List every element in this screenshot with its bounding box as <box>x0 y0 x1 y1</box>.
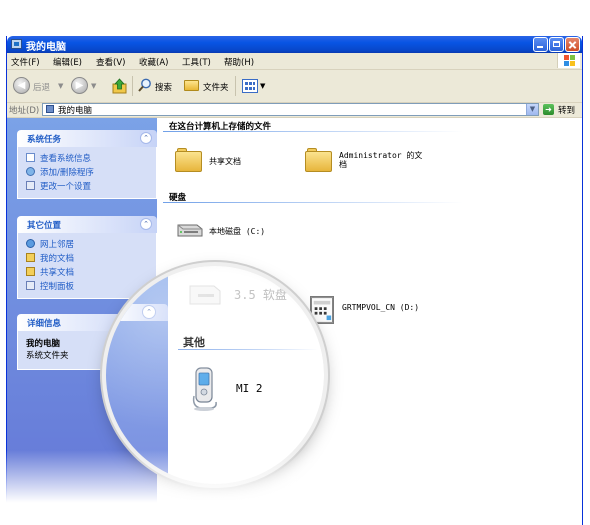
maximize-button[interactable] <box>549 37 564 52</box>
floppy-drive-icon[interactable] <box>186 280 222 308</box>
group-divider <box>178 349 318 350</box>
my-computer-icon <box>46 105 54 113</box>
menu-view[interactable]: 查看(V) <box>96 56 125 68</box>
item-local-disk-c[interactable]: 本地磁盘 (C:) <box>209 226 265 237</box>
folder-icon[interactable] <box>175 148 202 172</box>
minimize-button[interactable] <box>533 37 548 52</box>
place-my-documents[interactable]: 我的文档 <box>26 251 156 265</box>
toolbar: ◀ 后退 ▼ ▶ ▼ 搜索 文件夹 ▼ <box>7 70 582 103</box>
folder-icon[interactable] <box>305 148 332 172</box>
item-device-mi2[interactable]: MI 2 <box>236 382 263 395</box>
task-add-remove-programs[interactable]: 添加/删除程序 <box>26 165 156 179</box>
place-label: 网上邻居 <box>40 240 75 250</box>
menu-favorites[interactable]: 收藏(A) <box>139 56 168 68</box>
system-tasks-body: 查看系统信息 添加/删除程序 更改一个设置 <box>17 147 157 199</box>
close-button[interactable] <box>565 37 580 52</box>
back-button-label[interactable]: 后退 <box>33 81 50 93</box>
search-icon[interactable] <box>138 78 152 92</box>
place-label: 我的文档 <box>40 254 75 264</box>
group-title-other: 其他 <box>183 336 205 349</box>
item-shared-documents[interactable]: 共享文档 <box>209 156 241 167</box>
address-dropdown-icon[interactable]: ▼ <box>526 104 538 115</box>
address-label: 地址(D) <box>9 106 40 116</box>
item-floppy-drive[interactable]: 3.5 软盘 <box>234 286 287 303</box>
system-info-icon <box>26 153 35 162</box>
task-view-system-info[interactable]: 查看系统信息 <box>26 151 156 165</box>
menu-edit[interactable]: 编辑(E) <box>53 56 82 68</box>
folders-button-label[interactable]: 文件夹 <box>203 81 229 93</box>
settings-icon <box>26 181 35 190</box>
menu-help[interactable]: 帮助(H) <box>224 56 254 68</box>
back-arrow-icon[interactable]: ◀ <box>13 77 30 94</box>
menu-file[interactable]: 文件(F) <box>11 56 40 68</box>
folders-icon[interactable] <box>184 80 199 91</box>
group-divider <box>163 131 463 132</box>
views-dropdown-icon[interactable]: ▼ <box>260 82 265 90</box>
details-title: 详细信息 <box>27 319 62 329</box>
collapse-chevron-icon[interactable]: ⌃ <box>140 218 152 230</box>
views-icon[interactable] <box>242 79 258 93</box>
menu-tools[interactable]: 工具(T) <box>182 56 211 68</box>
forward-arrow-icon[interactable]: ▶ <box>71 77 88 94</box>
place-label: 共享文档 <box>40 268 75 278</box>
item-administrator-documents[interactable]: Administrator 的文档 <box>339 151 429 169</box>
address-bar: 地址(D) 我的电脑 ▼ ➜ 转到 <box>7 103 582 118</box>
add-remove-programs-icon <box>26 167 35 176</box>
task-label: 更改一个设置 <box>40 182 92 192</box>
collapse-chevron-icon[interactable]: ⌃ <box>142 305 156 319</box>
title-bar[interactable]: 我的电脑 <box>7 36 582 53</box>
toolbar-separator <box>235 76 236 96</box>
back-dropdown-icon[interactable]: ▼ <box>58 82 63 90</box>
control-panel-icon <box>26 281 35 290</box>
mobile-phone-icon[interactable] <box>190 366 220 412</box>
address-input[interactable]: 我的电脑 ▼ <box>42 103 539 116</box>
menu-bar: 文件(F) 编辑(E) 查看(V) 收藏(A) 工具(T) 帮助(H) <box>7 53 582 70</box>
network-icon <box>26 239 35 248</box>
place-network[interactable]: 网上邻居 <box>26 237 156 251</box>
address-value[interactable]: 我的电脑 <box>58 104 92 116</box>
search-button-label[interactable]: 搜索 <box>155 81 172 93</box>
system-tasks-title: 系统任务 <box>27 135 62 145</box>
other-places-title: 其它位置 <box>27 221 62 231</box>
forward-dropdown-icon[interactable]: ▼ <box>91 82 96 90</box>
task-label: 查看系统信息 <box>40 154 92 164</box>
up-folder-icon[interactable] <box>112 78 127 94</box>
collapse-chevron-icon[interactable]: ⌃ <box>140 132 152 144</box>
window-title: 我的电脑 <box>26 42 66 53</box>
system-tasks-header[interactable]: 系统任务 ⌃ <box>17 130 157 147</box>
toolbar-separator <box>132 76 133 96</box>
my-computer-icon <box>11 39 22 49</box>
folder-icon <box>26 253 35 262</box>
hard-drive-icon[interactable] <box>175 222 203 238</box>
task-label: 添加/删除程序 <box>40 168 94 178</box>
group-divider <box>163 202 463 203</box>
other-places-header[interactable]: 其它位置 ⌃ <box>17 216 157 233</box>
go-arrow-icon[interactable]: ➜ <box>543 104 554 115</box>
system-tasks-panel: 系统任务 ⌃ 查看系统信息 添加/删除程序 更改一个设置 <box>17 130 157 199</box>
place-label: 控制面板 <box>40 282 75 292</box>
item-cd-drive-d[interactable]: GRTMPVOL_CN (D:) <box>342 303 419 312</box>
go-button[interactable]: 转到 <box>558 104 575 116</box>
task-change-setting[interactable]: 更改一个设置 <box>26 179 156 193</box>
bottom-fade <box>6 450 582 525</box>
windows-logo-icon <box>557 53 580 68</box>
lens-details-header: ⌃ <box>112 304 168 321</box>
folder-icon <box>26 267 35 276</box>
